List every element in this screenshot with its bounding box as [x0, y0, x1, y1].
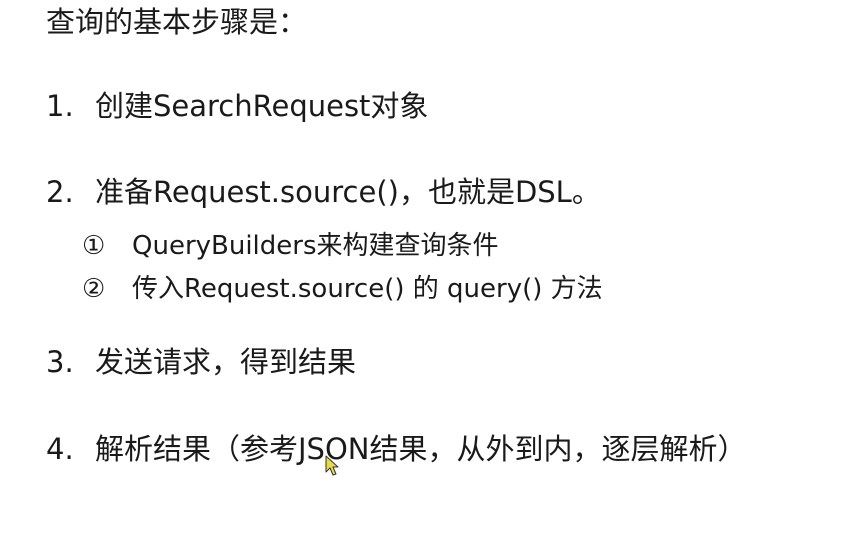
step-text: 解析结果（参考JSON结果，从外到内，逐层解析）: [95, 432, 747, 466]
circled-number: ②: [82, 274, 106, 304]
substep-text: QueryBuilders来构建查询条件: [132, 231, 499, 261]
step-number: 1.: [46, 89, 74, 123]
page-title: 查询的基本步骤是：: [46, 5, 308, 39]
step-2: 2. 准备Request.source()，也就是DSL。: [46, 174, 601, 210]
step-4: 4. 解析结果（参考JSON结果，从外到内，逐层解析）: [46, 431, 746, 467]
step-text: 准备Request.source()，也就是DSL。: [95, 175, 601, 209]
step-1: 1. 创建SearchRequest对象: [46, 88, 428, 124]
step-text: 发送请求，得到结果: [95, 345, 357, 379]
substep-2: ② 传入Request.source() 的 query() 方法: [82, 273, 603, 305]
step-number: 2.: [46, 175, 74, 209]
circled-number: ①: [82, 231, 106, 261]
mouse-pointer-icon: [325, 455, 339, 476]
step-number: 3.: [46, 345, 74, 379]
step-number: 4.: [46, 432, 74, 466]
step-text: 创建SearchRequest对象: [95, 89, 429, 123]
step-3: 3. 发送请求，得到结果: [46, 344, 356, 380]
substep-1: ① QueryBuilders来构建查询条件: [82, 230, 499, 262]
substep-text: 传入Request.source() 的 query() 方法: [132, 274, 603, 304]
